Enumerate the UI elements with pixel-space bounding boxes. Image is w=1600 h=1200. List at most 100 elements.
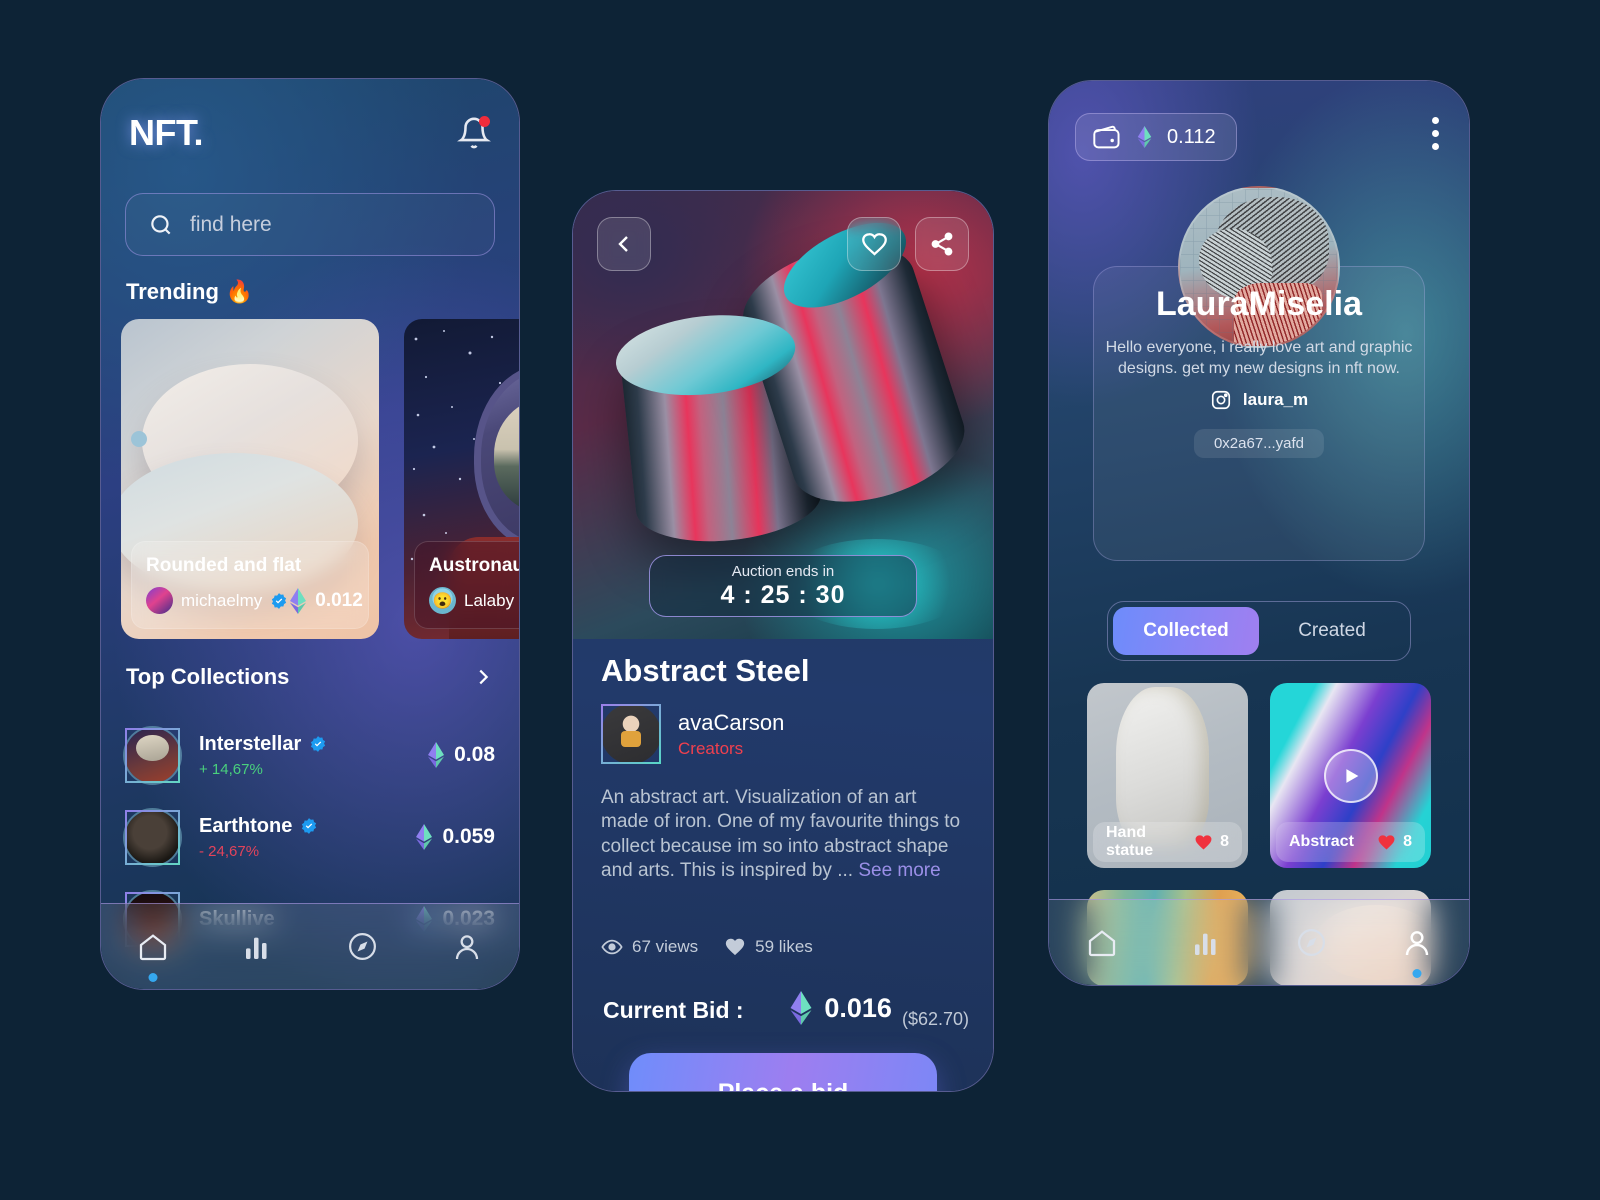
views-stat: 67 views xyxy=(601,936,698,958)
nft-title: Abstract Steel xyxy=(601,653,810,688)
like-count: 8 xyxy=(1403,833,1412,850)
creator-row[interactable]: avaCarson Creators xyxy=(601,704,784,764)
like-count: 8 xyxy=(1220,833,1229,850)
nav-item-explore[interactable] xyxy=(1286,917,1338,969)
home-header: NFT. xyxy=(129,109,491,157)
tab-created[interactable]: Created xyxy=(1259,607,1405,655)
ethereum-icon xyxy=(290,587,307,614)
trending-card-meta: Austronaut Lalaby xyxy=(414,541,519,629)
eye-icon xyxy=(601,939,623,955)
profile-icon xyxy=(455,934,478,959)
trending-card-title: Rounded and flat xyxy=(146,555,302,576)
avatar xyxy=(146,587,173,614)
nav-active-dot xyxy=(148,972,158,982)
creator-avatar xyxy=(601,704,661,764)
home-icon xyxy=(1088,929,1115,956)
play-icon xyxy=(1345,768,1358,783)
ethereum-icon xyxy=(790,991,812,1025)
notification-button[interactable] xyxy=(457,115,491,151)
profile-name: LauraMiselia xyxy=(1156,285,1362,323)
bid-usd-value: ($62.70) xyxy=(901,1009,969,1029)
collection-row[interactable]: Earthtone - 24,67% 0.059 xyxy=(125,796,495,878)
search-icon xyxy=(151,214,171,234)
current-bid-row: Current Bid : 0.016 ($62.70) xyxy=(603,991,969,1030)
heart-icon xyxy=(1378,834,1395,849)
creator-role: Creators xyxy=(678,738,744,758)
notification-badge xyxy=(479,116,490,127)
nft-stats: 67 views 59 likes xyxy=(601,936,813,958)
ethereum-icon xyxy=(1137,126,1152,148)
wallet-balance-value: 0.112 xyxy=(1167,125,1216,148)
nft-grid-item[interactable]: Abstract 8 xyxy=(1270,683,1431,868)
instagram-icon xyxy=(1211,390,1230,410)
nft-item-label: Hand statue 8 xyxy=(1093,822,1242,862)
wallet-balance-button[interactable]: 0.112 xyxy=(1075,113,1237,161)
app-mockup-canvas: NFT. find here Trending 🔥 Rounded and fl… xyxy=(0,0,1600,1200)
nft-description-wrap: An abstract art. Visualization of an art… xyxy=(601,786,965,883)
collection-name: Interstellar xyxy=(199,732,302,755)
back-button[interactable] xyxy=(597,217,651,271)
auction-timer-label: Auction ends in xyxy=(731,562,835,580)
kebab-menu-icon[interactable] xyxy=(1432,117,1439,150)
heart-icon xyxy=(861,232,887,256)
owner-name: michaelmy xyxy=(181,590,263,610)
share-button[interactable] xyxy=(915,217,969,271)
tab-collected[interactable]: Collected xyxy=(1113,607,1259,655)
trending-card[interactable]: Austronaut Lalaby xyxy=(404,319,519,639)
trending-card[interactable]: Rounded and flat michaelmy 0.012 xyxy=(121,319,379,639)
nav-item-stats[interactable] xyxy=(232,921,284,973)
play-button[interactable] xyxy=(1323,748,1378,803)
see-more-link[interactable]: See more xyxy=(858,860,940,881)
search-placeholder: find here xyxy=(190,212,272,236)
profile-icon xyxy=(1405,930,1428,955)
collections-header: Top Collections xyxy=(126,664,494,690)
collection-change: - 24,67% xyxy=(199,842,260,860)
nft-item-name: Hand statue xyxy=(1106,824,1154,859)
trending-card-owner[interactable]: Lalaby xyxy=(429,587,514,614)
profile-bio: Hello everyone, i really love art and gr… xyxy=(1105,339,1413,378)
abstract-steel-artwork xyxy=(590,205,978,578)
chevron-right-icon[interactable] xyxy=(472,666,494,688)
phone-screen-profile: 0.112 LauraMiselia Hello everyone, i rea… xyxy=(1048,80,1470,986)
nav-item-profile[interactable] xyxy=(441,921,493,973)
heart-icon xyxy=(1195,834,1212,849)
nav-item-stats[interactable] xyxy=(1181,917,1233,969)
wallet-address-chip[interactable]: 0x2a67...yafd xyxy=(1193,429,1325,458)
profile-instagram[interactable]: laura_m xyxy=(1049,389,1469,411)
price-value: 0.012 xyxy=(315,589,363,611)
collections-title-text: Top Collections xyxy=(126,664,290,689)
collection-avatar xyxy=(125,727,180,783)
bid-value: 0.016 xyxy=(824,992,892,1023)
decor-dot xyxy=(131,431,147,447)
collection-price: 0.059 xyxy=(414,824,495,850)
likes-stat: 59 likes xyxy=(724,936,813,958)
trending-card-list[interactable]: Rounded and flat michaelmy 0.012 Austron… xyxy=(121,319,519,639)
nav-item-home[interactable] xyxy=(127,921,179,982)
profile-tabs: Collected Created xyxy=(1107,601,1411,661)
current-bid-eth: 0.016 xyxy=(788,991,892,1025)
nav-item-profile[interactable] xyxy=(1391,917,1443,978)
current-bid-label: Current Bid : xyxy=(603,997,744,1023)
place-bid-button[interactable]: Place a bid xyxy=(629,1053,937,1091)
app-logo: NFT. xyxy=(129,112,204,153)
verified-badge-icon xyxy=(302,818,317,834)
nav-item-home[interactable] xyxy=(1076,917,1128,969)
auction-timer-value: 4 : 25 : 30 xyxy=(720,580,846,609)
nft-item-likes: 8 xyxy=(1377,833,1412,852)
owner-name: Lalaby xyxy=(464,590,515,610)
chevron-left-icon xyxy=(618,236,628,252)
fire-icon: 🔥 xyxy=(225,279,254,304)
nft-item-label: Abstract 8 xyxy=(1276,822,1425,862)
verified-badge-icon xyxy=(311,736,326,752)
trending-title: Trending 🔥 xyxy=(126,279,253,305)
nft-item-likes: 8 xyxy=(1194,833,1229,852)
home-icon xyxy=(140,933,167,960)
views-count: 67 views xyxy=(632,937,699,956)
nav-item-explore[interactable] xyxy=(336,921,388,973)
astronaut-visor xyxy=(494,398,519,512)
like-button[interactable] xyxy=(847,217,901,271)
collection-row[interactable]: Interstellar + 14,67% 0.08 xyxy=(125,714,495,796)
nft-grid-item[interactable]: Hand statue 8 xyxy=(1087,683,1248,868)
search-input[interactable]: find here xyxy=(125,193,495,256)
trending-card-owner[interactable]: michaelmy xyxy=(146,587,288,614)
